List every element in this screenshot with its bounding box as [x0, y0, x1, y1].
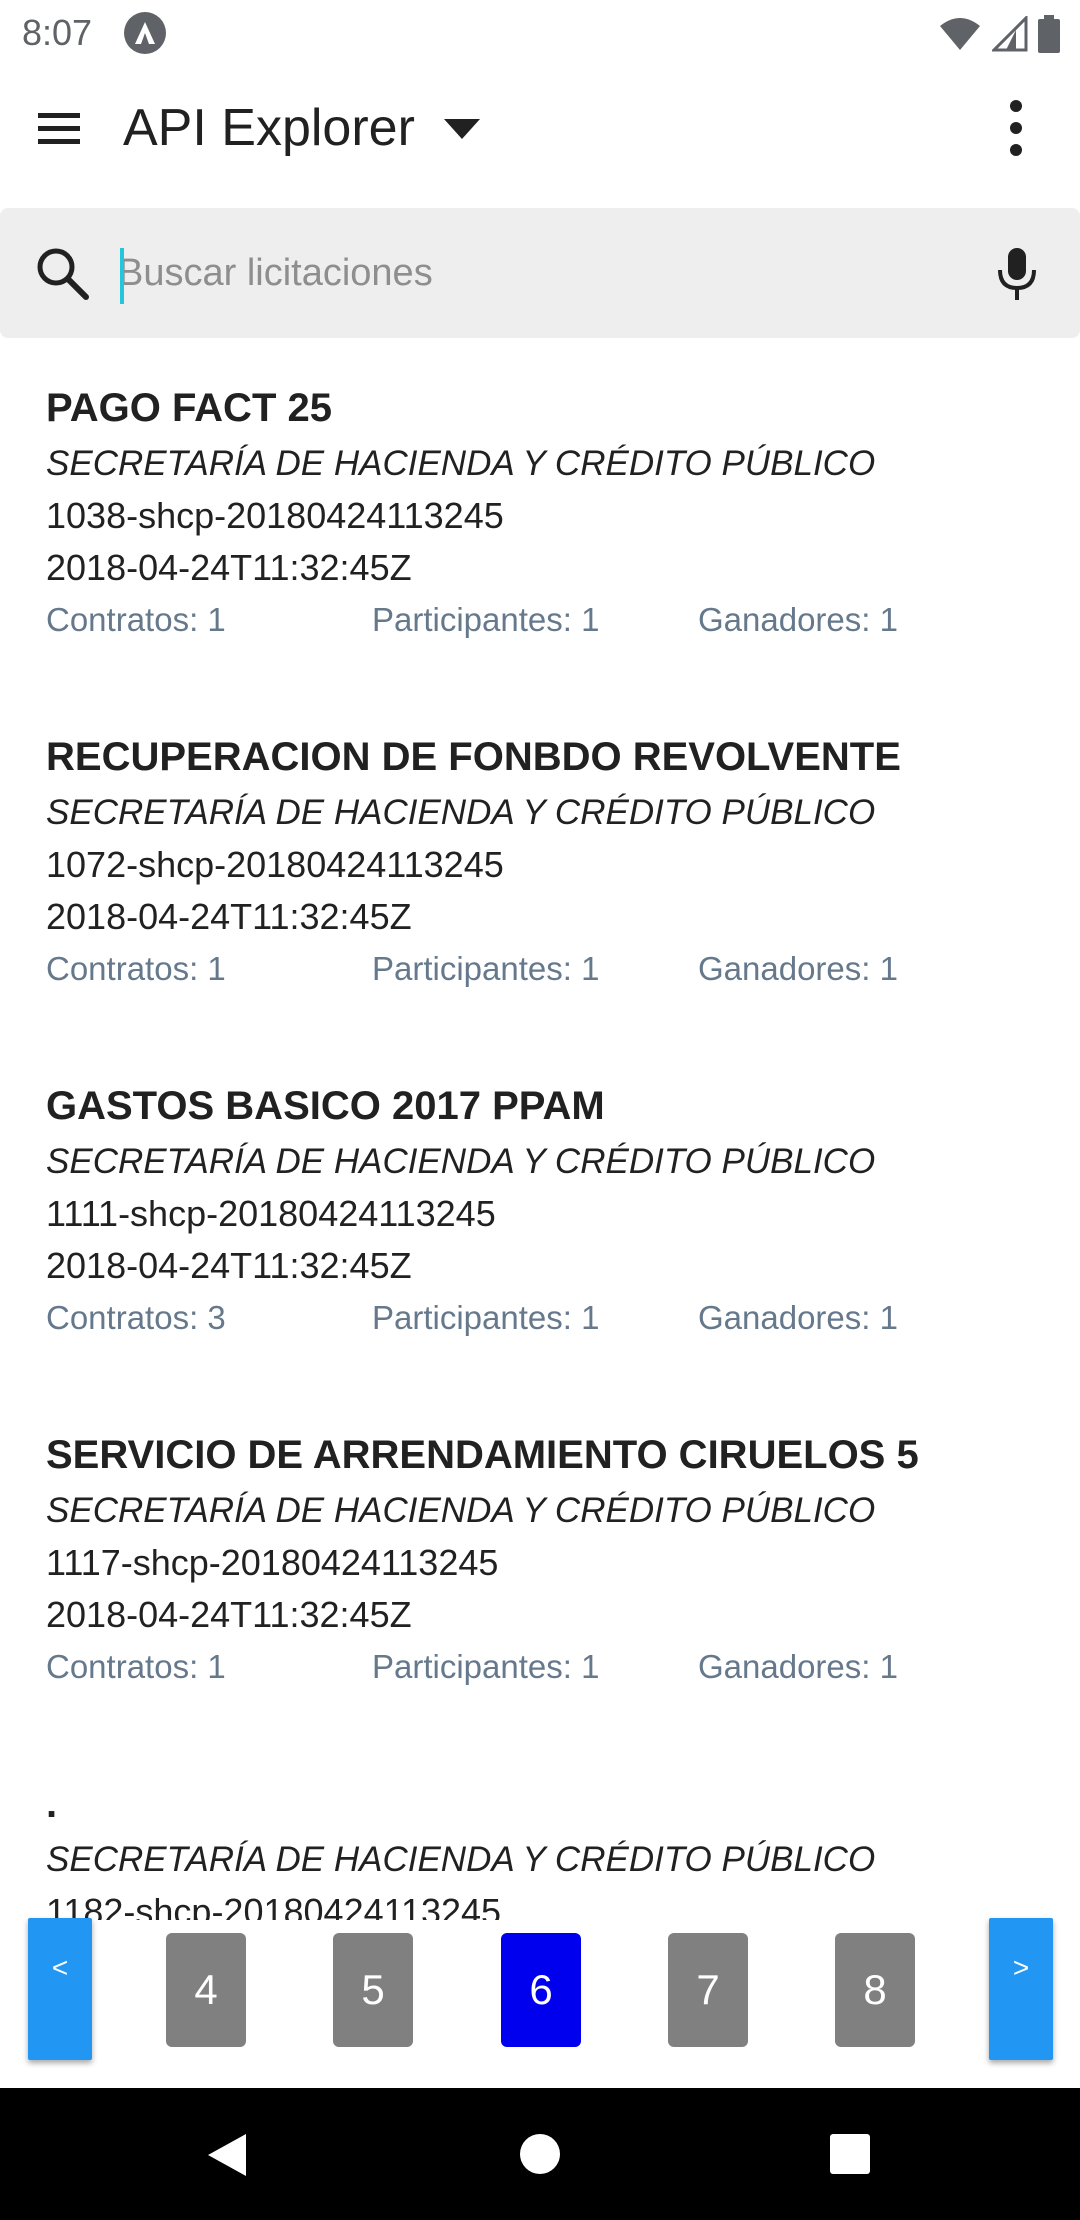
list-item[interactable]: PAGO FACT 25 SECRETARÍA DE HACIENDA Y CR… [46, 378, 1046, 646]
prev-page-button[interactable]: < [28, 1918, 92, 2060]
search-input[interactable] [118, 243, 958, 303]
item-id: 1117-shcp-20180424113245 [46, 1542, 499, 1583]
item-title: . [46, 1782, 58, 1826]
item-participants: Participantes: 1 [372, 1648, 600, 1685]
overflow-menu-button[interactable] [996, 96, 1036, 160]
item-title: PAGO FACT 25 [46, 386, 332, 430]
home-icon[interactable] [520, 2134, 560, 2174]
text-cursor [120, 248, 124, 304]
pagination: < 4 5 6 7 8 > [0, 1906, 1080, 2086]
item-stats: Contratos: 1 Participantes: 1 Ganadores:… [46, 943, 1046, 995]
search-icon [37, 248, 89, 300]
item-date: 2018-04-24T11:32:45Z [46, 547, 412, 588]
item-contracts: Contratos: 1 [46, 601, 226, 638]
wifi-icon [940, 18, 980, 50]
item-winners: Ganadores: 1 [698, 1299, 898, 1336]
item-agency: SECRETARÍA DE HACIENDA Y CRÉDITO PÚBLICO [46, 444, 876, 483]
page-button-6-current[interactable]: 6 [501, 1933, 581, 2047]
page-button-7[interactable]: 7 [668, 1933, 748, 2047]
item-agency: SECRETARÍA DE HACIENDA Y CRÉDITO PÚBLICO [46, 1142, 876, 1181]
item-date: 2018-04-24T11:32:45Z [46, 1594, 412, 1635]
dropdown-arrow-icon[interactable] [442, 117, 482, 141]
item-participants: Participantes: 1 [372, 1299, 600, 1336]
signal-icon [992, 16, 1028, 52]
item-stats: Contratos: 1 Participantes: 1 Ganadores:… [46, 594, 1046, 646]
next-page-button[interactable]: > [989, 1918, 1053, 2060]
item-participants: Participantes: 1 [372, 601, 600, 638]
item-winners: Ganadores: 1 [698, 950, 898, 987]
item-title: SERVICIO DE ARRENDAMIENTO CIRUELOS 5 [46, 1433, 919, 1477]
item-title: RECUPERACION DE FONBDO REVOLVENTE [46, 735, 901, 779]
page-button-5[interactable]: 5 [333, 1933, 413, 2047]
status-icons [938, 14, 1060, 54]
item-stats: Contratos: 3 Participantes: 1 Ganadores:… [46, 1292, 1046, 1344]
item-agency: SECRETARÍA DE HACIENDA Y CRÉDITO PÚBLICO [46, 793, 876, 832]
item-title: GASTOS BASICO 2017 PPAM [46, 1084, 605, 1128]
app-bar: API Explorer [0, 66, 1080, 192]
page-button-4[interactable]: 4 [166, 1933, 246, 2047]
recents-icon[interactable] [830, 2134, 870, 2174]
back-icon[interactable] [206, 2132, 248, 2178]
item-participants: Participantes: 1 [372, 950, 600, 987]
hamburger-icon [38, 113, 80, 144]
item-id: 1072-shcp-20180424113245 [46, 844, 504, 885]
list-item[interactable]: RECUPERACION DE FONBDO REVOLVENTE SECRET… [46, 727, 1046, 995]
status-bar: 8:07 [0, 0, 1080, 66]
item-agency: SECRETARÍA DE HACIENDA Y CRÉDITO PÚBLICO [46, 1840, 876, 1879]
app-title: API Explorer [123, 99, 415, 157]
list-item[interactable]: GASTOS BASICO 2017 PPAM SECRETARÍA DE HA… [46, 1076, 1046, 1344]
search-bar [0, 208, 1080, 338]
results-list: PAGO FACT 25 SECRETARÍA DE HACIENDA Y CR… [0, 338, 1080, 1920]
menu-button[interactable] [34, 104, 84, 154]
list-item[interactable]: . SECRETARÍA DE HACIENDA Y CRÉDITO PÚBLI… [46, 1774, 1046, 1920]
battery-icon [1038, 15, 1060, 53]
item-contracts: Contratos: 1 [46, 1648, 226, 1685]
page-button-8[interactable]: 8 [835, 1933, 915, 2047]
item-id: 1038-shcp-20180424113245 [46, 495, 504, 536]
item-date: 2018-04-24T11:32:45Z [46, 1245, 412, 1286]
item-id: 1111-shcp-20180424113245 [46, 1193, 496, 1234]
item-date: 2018-04-24T11:32:45Z [46, 896, 412, 937]
more-vert-icon [1010, 100, 1022, 156]
system-nav-bar [0, 2088, 1080, 2220]
item-contracts: Contratos: 3 [46, 1299, 226, 1336]
notification-app-icon [124, 12, 166, 54]
item-stats: Contratos: 1 Participantes: 1 Ganadores:… [46, 1641, 1046, 1693]
item-winners: Ganadores: 1 [698, 1648, 898, 1685]
mic-icon[interactable] [996, 246, 1038, 302]
item-winners: Ganadores: 1 [698, 601, 898, 638]
app-title-dropdown[interactable]: API Explorer [123, 96, 415, 160]
status-time: 8:07 [22, 12, 93, 53]
list-item[interactable]: SERVICIO DE ARRENDAMIENTO CIRUELOS 5 SEC… [46, 1425, 1046, 1693]
item-contracts: Contratos: 1 [46, 950, 226, 987]
item-agency: SECRETARÍA DE HACIENDA Y CRÉDITO PÚBLICO [46, 1491, 876, 1530]
